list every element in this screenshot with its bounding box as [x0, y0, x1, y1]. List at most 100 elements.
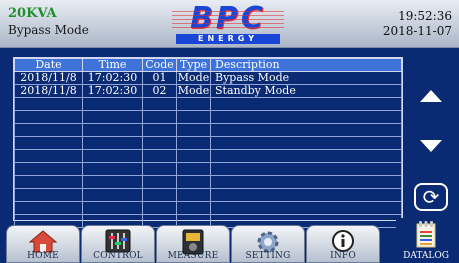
- empty-cell: [142, 110, 177, 124]
- scroll-down-button[interactable]: [412, 130, 450, 162]
- empty-cell: [14, 110, 83, 124]
- empty-cell: [210, 149, 402, 163]
- tab-control-label: CONTROL: [93, 251, 143, 261]
- empty-cell: [82, 110, 143, 124]
- table-row-empty: [14, 175, 402, 189]
- tab-measure-label: MEASURE: [167, 251, 219, 261]
- empty-cell: [176, 136, 211, 150]
- empty-cell: [14, 201, 83, 215]
- empty-cell: [176, 175, 211, 189]
- tab-setting[interactable]: SETTING: [231, 225, 305, 263]
- table-header-row: Date Time Code Type Description: [14, 58, 402, 72]
- cell-time: 17:02:30: [82, 71, 143, 85]
- table-row[interactable]: 2018/11/8 17:02:30 01 Mode Bypass Mode: [14, 71, 402, 85]
- empty-cell: [210, 110, 402, 124]
- empty-cell: [82, 162, 143, 176]
- empty-cell: [14, 188, 83, 202]
- refresh-button[interactable]: ⟳: [412, 181, 450, 213]
- table-row-empty: [14, 188, 402, 202]
- empty-cell: [82, 201, 143, 215]
- table-row-empty: [14, 136, 402, 150]
- empty-cell: [176, 97, 211, 111]
- col-header-description: Description: [210, 58, 402, 72]
- cell-code: 02: [142, 84, 177, 98]
- col-header-code: Code: [142, 58, 177, 72]
- empty-cell: [14, 136, 83, 150]
- cell-type: Mode: [176, 71, 211, 85]
- empty-cell: [82, 149, 143, 163]
- home-icon: [28, 230, 58, 253]
- tab-info[interactable]: INFO: [306, 225, 380, 263]
- event-log-table: Date Time Code Type Description 2018/11/…: [13, 57, 403, 228]
- empty-cell: [176, 149, 211, 163]
- tab-control[interactable]: CONTROL: [81, 225, 155, 263]
- empty-cell: [14, 175, 83, 189]
- tab-measure[interactable]: MEASURE: [156, 225, 230, 263]
- empty-cell: [210, 175, 402, 189]
- table-row-empty: [14, 201, 402, 215]
- empty-cell: [176, 201, 211, 215]
- cell-code: 01: [142, 71, 177, 85]
- tab-home-label: HOME: [27, 251, 59, 261]
- datalog-notepad-icon: [416, 221, 436, 248]
- log-rows: 2018/11/8 17:02:30 01 Mode Bypass Mode 2018/1…: [14, 71, 402, 228]
- empty-cell: [210, 188, 402, 202]
- logo-subtitle: ENERGY: [176, 34, 280, 44]
- table-row-empty: [14, 149, 402, 163]
- cell-date: 2018/11/8: [14, 71, 83, 85]
- refresh-icon: ⟳: [414, 183, 448, 211]
- empty-cell: [142, 136, 177, 150]
- empty-cell: [142, 149, 177, 163]
- empty-cell: [210, 97, 402, 111]
- col-header-date: Date: [14, 58, 83, 72]
- cell-description: Bypass Mode: [210, 71, 402, 85]
- empty-cell: [142, 188, 177, 202]
- tab-setting-label: SETTING: [245, 251, 291, 261]
- table-row-empty: [14, 162, 402, 176]
- tab-info-label: INFO: [330, 251, 356, 261]
- table-row-empty: [14, 123, 402, 137]
- col-header-type: Type: [176, 58, 211, 72]
- operating-mode: Bypass Mode: [8, 23, 89, 37]
- empty-cell: [14, 97, 83, 111]
- cell-description: Standby Mode: [210, 84, 402, 98]
- empty-cell: [142, 97, 177, 111]
- table-row-empty: [14, 110, 402, 124]
- empty-cell: [210, 201, 402, 215]
- system-status: 20KVA Bypass Mode: [8, 6, 89, 38]
- logo-letters: BPC: [190, 1, 266, 36]
- empty-cell: [142, 201, 177, 215]
- empty-cell: [176, 162, 211, 176]
- empty-cell: [210, 123, 402, 137]
- empty-cell: [82, 188, 143, 202]
- cell-time: 17:02:30: [82, 84, 143, 98]
- empty-cell: [82, 136, 143, 150]
- empty-cell: [82, 97, 143, 111]
- tab-home[interactable]: HOME: [6, 225, 80, 263]
- empty-cell: [142, 162, 177, 176]
- scroll-up-button[interactable]: [412, 80, 450, 112]
- bpc-energy-logo: BPC ENERGY: [168, 4, 288, 44]
- empty-cell: [176, 110, 211, 124]
- cell-type: Mode: [176, 84, 211, 98]
- tab-datalog[interactable]: DATALOG: [396, 218, 456, 263]
- empty-cell: [14, 123, 83, 137]
- empty-cell: [82, 175, 143, 189]
- power-rating: 20KVA: [8, 6, 57, 21]
- status-header: 20KVA Bypass Mode BPC ENERGY 19:52:36 20…: [0, 0, 459, 48]
- col-header-time: Time: [82, 58, 143, 72]
- empty-cell: [82, 123, 143, 137]
- empty-cell: [176, 188, 211, 202]
- empty-cell: [210, 136, 402, 150]
- empty-cell: [142, 123, 177, 137]
- cell-date: 2018/11/8: [14, 84, 83, 98]
- info-icon: [332, 230, 354, 252]
- bottom-navigation: HOME CONTROL MEASURE SETTING INFO: [0, 223, 459, 263]
- table-row[interactable]: 2018/11/8 17:02:30 02 Mode Standby Mode: [14, 84, 402, 98]
- empty-cell: [142, 175, 177, 189]
- arrow-up-icon: [420, 90, 442, 102]
- clock-time: 19:52:36: [398, 9, 452, 23]
- clock: 19:52:36 2018-11-07: [383, 9, 452, 39]
- clock-date: 2018-11-07: [382, 24, 452, 38]
- empty-cell: [210, 162, 402, 176]
